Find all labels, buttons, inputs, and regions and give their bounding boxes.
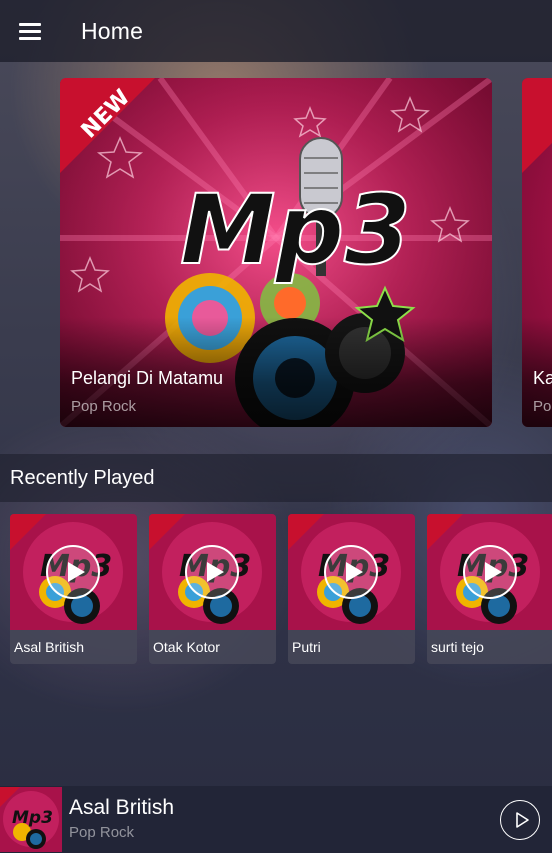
recent-tile-label: Putri: [292, 639, 321, 655]
recent-tile[interactable]: Mp3 Otak Kotor: [149, 514, 276, 664]
art-text: Mp3: [180, 174, 411, 286]
play-circle-icon[interactable]: [500, 800, 540, 840]
hamburger-menu-icon[interactable]: [19, 22, 41, 40]
recent-tile-label: Otak Kotor: [153, 639, 220, 655]
featured-title: Pelangi Di Matamu: [71, 368, 224, 388]
featured-carousel[interactable]: Mp3 NEW Pelangi Di Matamu Pop Rock Ka Po: [0, 62, 552, 454]
now-playing-genre: Pop Rock: [69, 824, 135, 841]
play-icon[interactable]: [46, 545, 100, 599]
featured-genre: Pop Rock: [71, 398, 137, 415]
play-icon[interactable]: [185, 545, 239, 599]
now-playing-title: Asal British: [69, 796, 175, 819]
recent-tile-label: surti tejo: [431, 639, 484, 655]
play-icon[interactable]: [324, 545, 378, 599]
recent-tile[interactable]: Mp3 Putri: [288, 514, 415, 664]
recent-tile[interactable]: Mp3 surti tejo: [427, 514, 552, 664]
now-playing-bar[interactable]: Mp3 Asal British Pop Rock: [0, 786, 552, 853]
featured-genre: Po: [533, 398, 552, 415]
now-playing-art: Mp3: [0, 787, 62, 852]
recent-tile-label: Asal British: [14, 639, 85, 655]
featured-card[interactable]: Mp3 NEW Pelangi Di Matamu Pop Rock: [60, 78, 492, 427]
featured-card-next[interactable]: Ka Po: [522, 78, 552, 427]
top-app-bar: Home: [0, 0, 552, 62]
play-icon[interactable]: [463, 545, 517, 599]
recent-tile[interactable]: Mp3 Asal British: [10, 514, 137, 664]
featured-title: Ka: [533, 368, 552, 388]
recently-played-list: Mp3 Asal British Mp3 Otak Kotor Mp3 Putr…: [10, 514, 552, 664]
svg-text:Mp3: Mp3: [12, 808, 53, 828]
page-title: Home: [81, 17, 144, 44]
recently-played-heading: Recently Played: [0, 454, 552, 502]
